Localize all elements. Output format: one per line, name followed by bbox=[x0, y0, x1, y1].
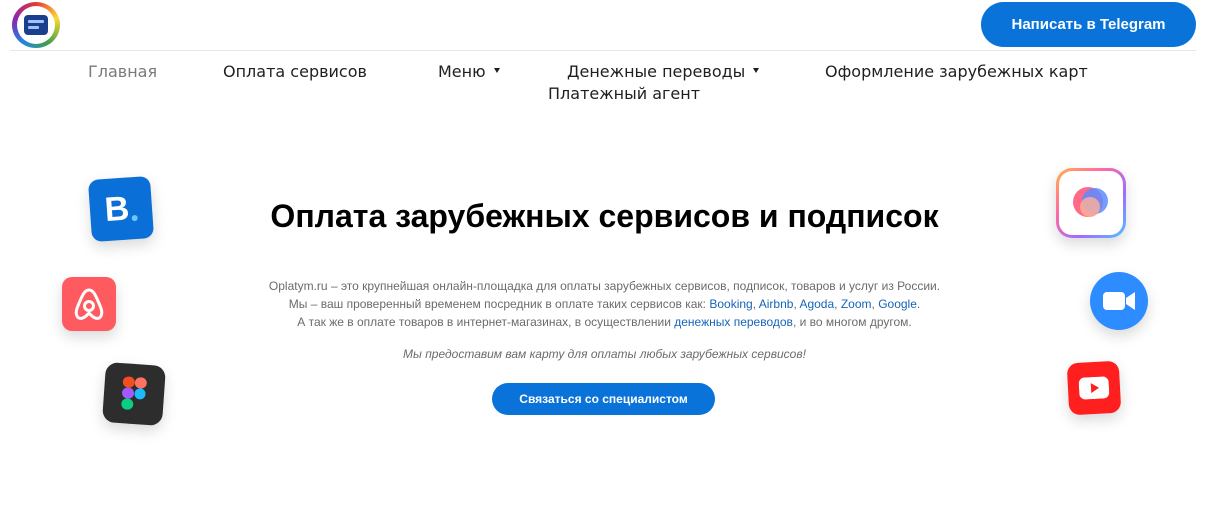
hero-line-2-end: . bbox=[916, 297, 921, 311]
header-divider bbox=[10, 50, 1196, 51]
nav-item-menu-label: Меню bbox=[438, 62, 486, 81]
hero-note: Мы предоставим вам карту для оплаты любы… bbox=[403, 347, 806, 361]
hero-line-3-suffix: , и во многом другом. bbox=[792, 315, 912, 329]
telegram-button[interactable]: Написать в Telegram bbox=[981, 2, 1196, 47]
hero-line-3: А так же в оплате товаров в интернет-маг… bbox=[0, 313, 1209, 331]
siri-icon bbox=[1056, 168, 1126, 238]
nav-item-money-transfers[interactable]: Денежные переводы bbox=[567, 62, 760, 81]
hero-line-2: Мы – ваш проверенный временем посредник … bbox=[0, 295, 1209, 313]
nav-item-foreign-cards[interactable]: Оформление зарубежных карт bbox=[825, 62, 1088, 81]
hero-line-1: Oplatym.ru – это крупнейшая онлайн-площа… bbox=[268, 279, 941, 293]
link-agoda[interactable]: Agoda bbox=[799, 297, 834, 311]
zoom-icon bbox=[1090, 272, 1148, 330]
link-booking[interactable]: Booking bbox=[709, 297, 752, 311]
figma-icon bbox=[101, 361, 167, 427]
caret-down-icon bbox=[493, 68, 500, 73]
link-money-transfers[interactable]: денежных переводов bbox=[674, 315, 793, 329]
booking-icon: B bbox=[87, 175, 155, 243]
nav-item-menu[interactable]: Меню bbox=[438, 62, 500, 81]
contact-specialist-button[interactable]: Связаться со специалистом bbox=[492, 383, 715, 415]
site-header: Написать в Telegram bbox=[0, 0, 1229, 50]
nav-item-money-transfers-label: Денежные переводы bbox=[567, 62, 746, 81]
youtube-icon bbox=[1066, 360, 1122, 416]
link-airbnb[interactable]: Airbnb bbox=[759, 297, 794, 311]
hero-title: Оплата зарубежных сервисов и подписок bbox=[270, 198, 939, 234]
site-logo-icon[interactable] bbox=[12, 2, 60, 48]
airbnb-icon bbox=[62, 277, 116, 331]
link-zoom[interactable]: Zoom bbox=[841, 297, 872, 311]
booking-letter: B bbox=[103, 188, 131, 229]
hero-line-2-text: Мы – ваш проверенный временем посредник … bbox=[288, 297, 710, 311]
caret-down-icon bbox=[753, 68, 760, 73]
separator: , bbox=[834, 297, 841, 311]
hero-line-3-text: А так же в оплате товаров в интернет-маг… bbox=[297, 315, 675, 329]
nav-item-home[interactable]: Главная bbox=[88, 62, 157, 81]
nav-item-payment-agent[interactable]: Платежный агент bbox=[548, 84, 700, 103]
hero-description: Oplatym.ru – это крупнейшая онлайн-площа… bbox=[0, 277, 1209, 331]
link-google[interactable]: Google bbox=[878, 297, 917, 311]
nav-item-service-payment[interactable]: Оплата сервисов bbox=[223, 62, 367, 81]
